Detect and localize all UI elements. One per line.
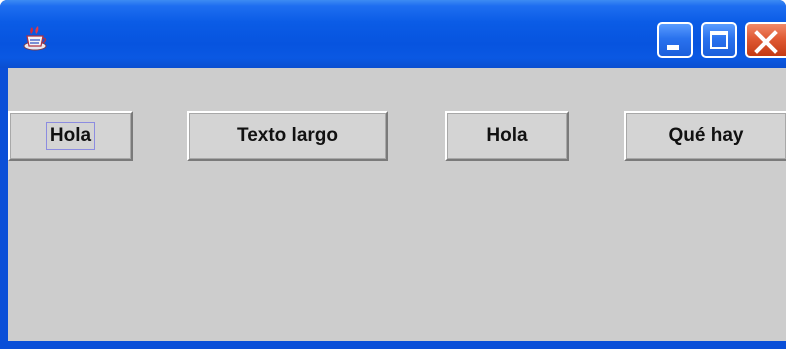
button-label: Hola <box>45 122 96 150</box>
hola-button-2[interactable]: Hola <box>445 111 569 161</box>
maximize-icon <box>710 31 728 49</box>
button-label: Texto largo <box>237 125 338 146</box>
maximize-button[interactable] <box>701 22 737 58</box>
hola-button-1[interactable]: Hola <box>8 111 133 161</box>
content-pane <box>8 68 786 341</box>
que-hay-button[interactable]: Qué hay <box>624 111 786 161</box>
minimize-button[interactable] <box>657 22 693 58</box>
close-icon <box>754 30 778 54</box>
java-cup-icon[interactable] <box>21 24 49 52</box>
minimize-icon <box>667 45 679 50</box>
texto-largo-button[interactable]: Texto largo <box>187 111 388 161</box>
title-bar[interactable] <box>0 0 786 68</box>
button-label: Qué hay <box>668 125 744 146</box>
close-button[interactable] <box>745 22 786 58</box>
window-bottom-border <box>0 341 786 349</box>
button-label: Hola <box>486 125 528 146</box>
app-window: Hola Texto largo Hola Qué hay <box>0 0 786 349</box>
